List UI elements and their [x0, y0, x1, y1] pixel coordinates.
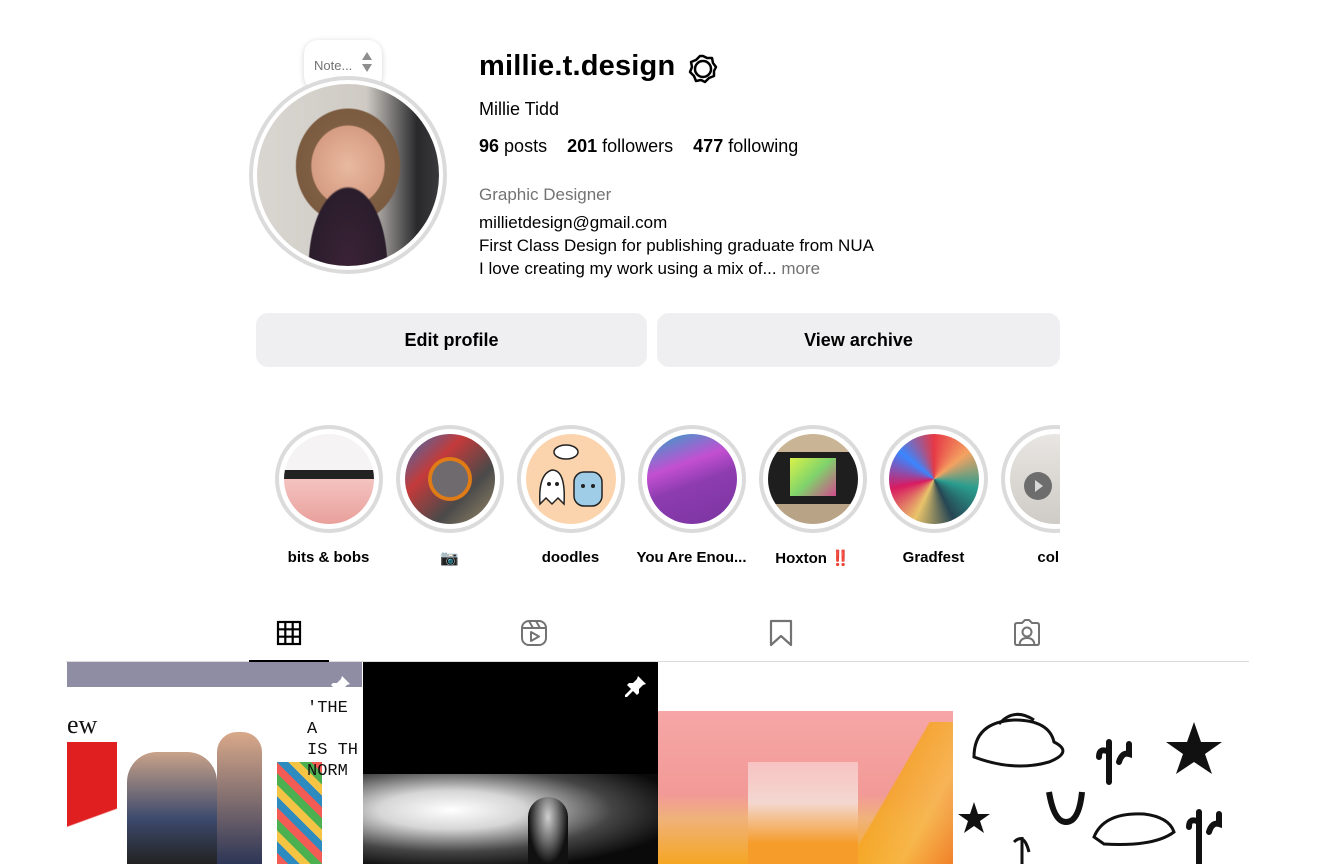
highlight-cover: [283, 434, 374, 524]
posts-stat: 96 posts: [479, 136, 548, 156]
highlight-cover: [888, 434, 979, 524]
profile-stats: 96 posts 201 followers 477 following: [479, 136, 798, 157]
bio-more-link[interactable]: more: [781, 259, 820, 278]
highlight-cover: [646, 434, 737, 524]
profile-avatar[interactable]: [249, 76, 447, 274]
bio-line: I love creating my work using a mix of..…: [479, 259, 821, 278]
tab-posts[interactable]: [249, 605, 329, 662]
tab-reels[interactable]: [494, 605, 574, 661]
highlight-label: doodles: [541, 549, 600, 566]
highlight-label: colla: [1037, 549, 1060, 566]
doodle-illustration: [538, 444, 603, 507]
note-placeholder: Note...: [314, 57, 353, 73]
highlight-item[interactable]: Gradfest: [873, 425, 994, 566]
tab-tagged[interactable]: [987, 605, 1067, 661]
note-stepper-icon: [362, 52, 372, 72]
highlight-label: Hoxton ‼️: [775, 550, 850, 567]
highlight-cover: [404, 434, 495, 524]
post-text-fragment: 'THE A IS TH NORM: [307, 699, 359, 781]
cowboy-pattern-illustration: [958, 712, 1222, 864]
post-thumbnail[interactable]: ew 'THE A IS TH NORM: [67, 662, 362, 864]
posts-grid: ew 'THE A IS TH NORM: [67, 662, 1249, 864]
highlight-label: Gradfest: [902, 549, 965, 566]
profile-username: millie.t.design: [479, 50, 676, 82]
pin-icon: [625, 676, 646, 697]
highlight-item[interactable]: bits & bobs: [268, 425, 389, 566]
highlight-item[interactable]: doodles: [510, 425, 631, 566]
highlight-item[interactable]: You Are Enou...: [631, 425, 752, 566]
next-arrow-icon[interactable]: [1023, 472, 1052, 500]
highlight-cover: [525, 434, 616, 524]
tagged-icon: [1014, 619, 1040, 646]
grid-icon: [276, 620, 302, 646]
highlight-label: 📷: [440, 550, 459, 567]
highlight-cover: [1009, 434, 1060, 524]
post-thumbnail[interactable]: [954, 662, 1249, 864]
highlight-label: bits & bobs: [287, 549, 370, 566]
saved-icon: [769, 619, 793, 647]
following-stat[interactable]: 477 following: [693, 136, 798, 157]
edit-profile-button[interactable]: Edit profile: [256, 313, 647, 367]
highlight-item[interactable]: colla: [994, 425, 1060, 566]
post-thumbnail[interactable]: [363, 662, 658, 864]
bio-line: First Class Design for publishing gradua…: [479, 236, 874, 255]
profile-full-name: Millie Tidd: [479, 99, 560, 119]
post-thumbnail[interactable]: [658, 662, 953, 864]
profile-bio: millietdesign@gmail.com First Class Desi…: [479, 211, 874, 280]
followers-stat[interactable]: 201 followers: [567, 136, 673, 157]
profile-category: Graphic Designer: [479, 185, 612, 204]
highlight-label: You Are Enou...: [636, 549, 747, 566]
story-highlights: bits & bobs 📷 doodles You Are Enou... Ho…: [268, 425, 1060, 575]
tab-saved[interactable]: [741, 605, 821, 661]
highlight-cover: [767, 434, 858, 524]
highlight-item[interactable]: 📷: [389, 425, 510, 567]
avatar-photo: [257, 84, 439, 266]
post-text-fragment: ew: [67, 710, 98, 739]
reels-icon: [521, 620, 547, 646]
bio-email: millietdesign@gmail.com: [479, 213, 668, 232]
settings-icon[interactable]: [688, 54, 718, 84]
view-archive-button[interactable]: View archive: [657, 313, 1060, 367]
highlight-item[interactable]: Hoxton ‼️: [752, 425, 873, 567]
profile-tabs: [66, 605, 1249, 662]
pin-icon: [329, 676, 350, 697]
